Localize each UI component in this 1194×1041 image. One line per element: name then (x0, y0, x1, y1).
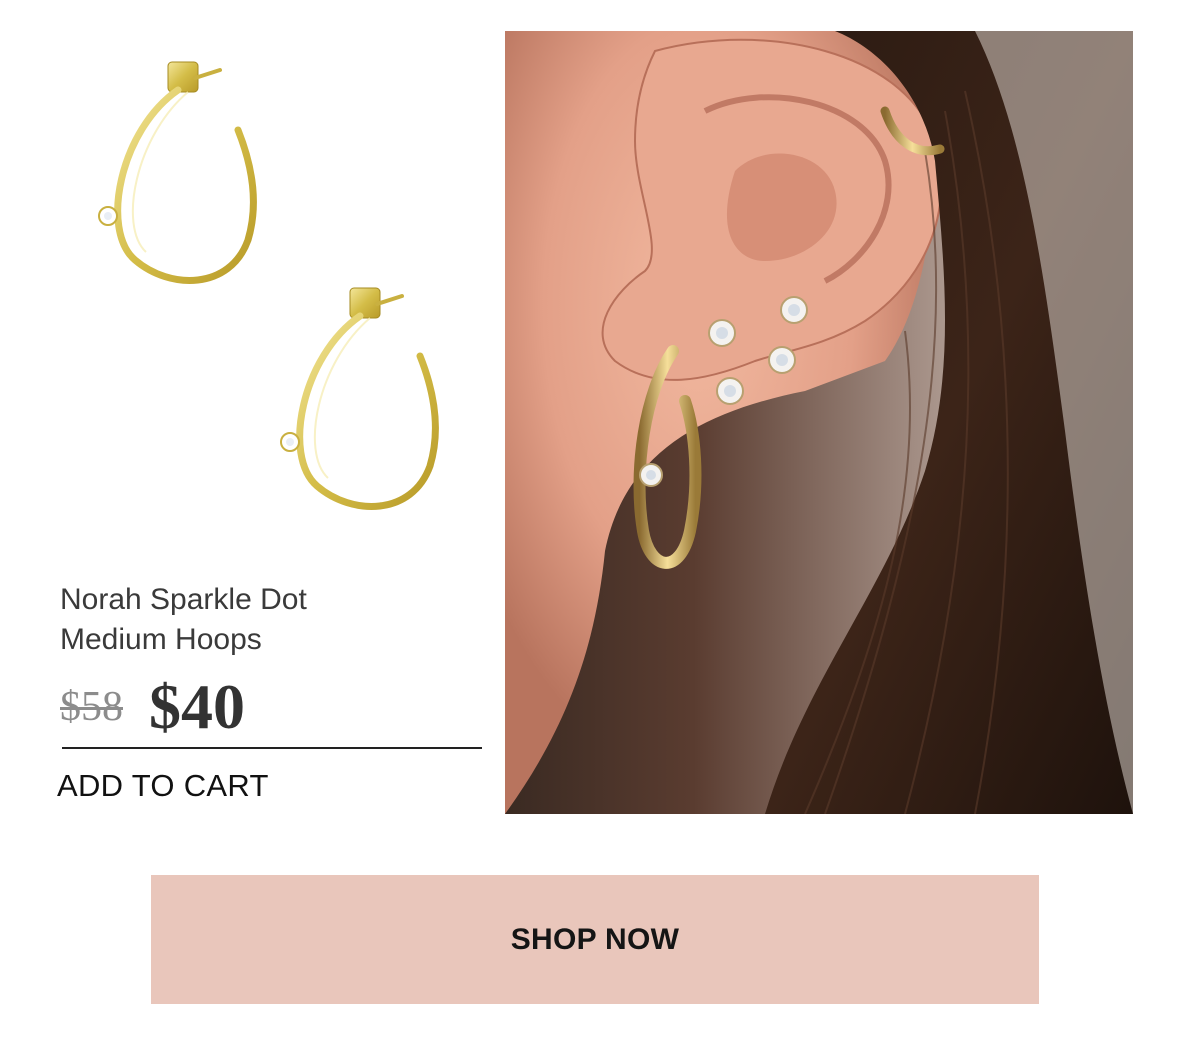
ear-photo-icon (505, 31, 1133, 814)
shop-now-label: SHOP NOW (510, 922, 680, 956)
product-name-line1: Norah Sparkle Dot (60, 583, 307, 616)
product-name-line2: Medium Hoops (60, 623, 262, 656)
divider (62, 747, 482, 749)
gold-hoop-earrings-icon (98, 61, 439, 510)
original-price: $58 (60, 684, 123, 730)
price-row: $58 $40 (60, 671, 245, 742)
product-name[interactable]: Norah Sparkle Dot Medium Hoops (60, 580, 480, 660)
lifestyle-photo[interactable] (505, 31, 1133, 814)
shop-now-button[interactable]: SHOP NOW (151, 875, 1039, 1004)
add-to-cart-button[interactable]: ADD TO CART (57, 766, 269, 806)
product-image[interactable] (60, 50, 460, 530)
sale-price: $40 (149, 671, 245, 742)
